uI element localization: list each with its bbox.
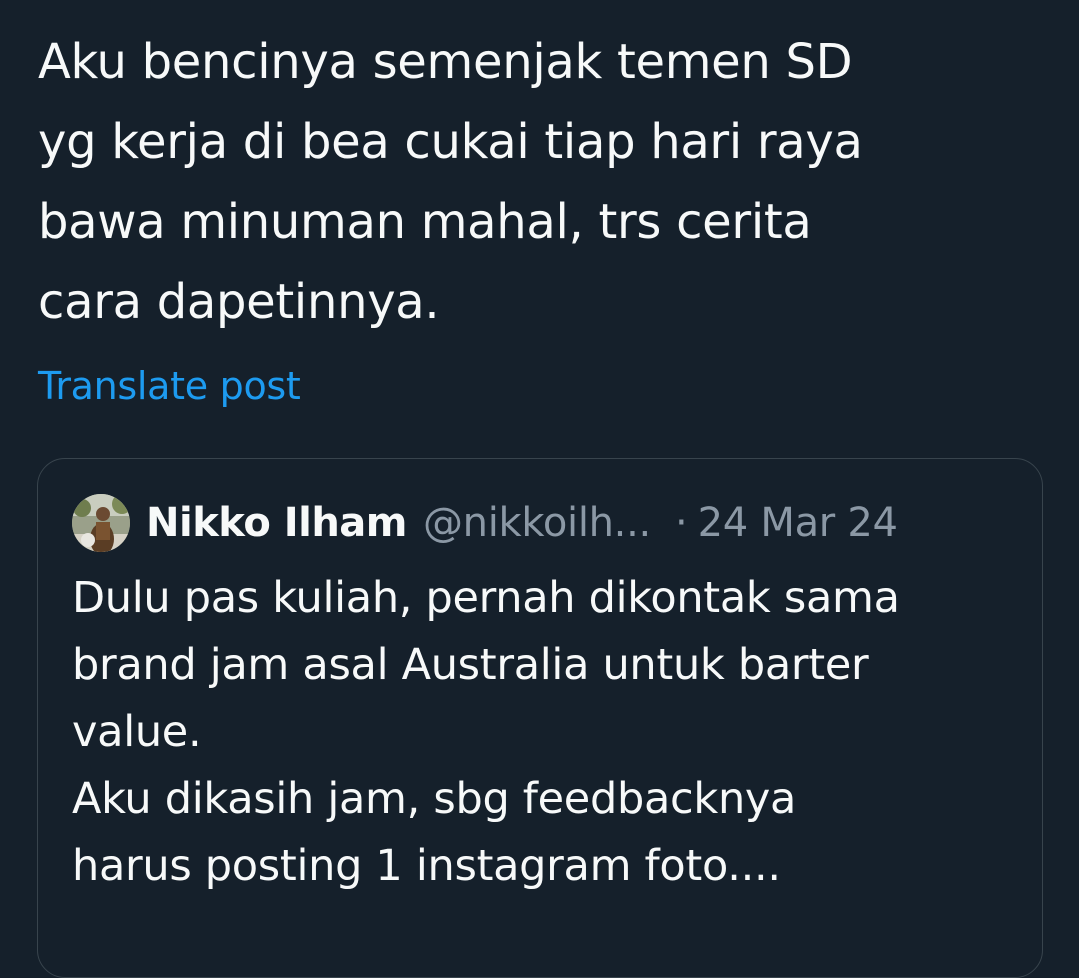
profile-photo-avatar-icon: [72, 494, 130, 552]
quoted-post-date[interactable]: 24 Mar 24: [698, 500, 898, 546]
avatar[interactable]: [72, 494, 130, 552]
quoted-post-card[interactable]: Nikko Ilham @nikkoilh... · 24 Mar 24 Dul…: [37, 458, 1043, 978]
quoted-author-handle[interactable]: @nikkoilh...: [423, 500, 651, 546]
quoted-author-name[interactable]: Nikko Ilham: [146, 500, 407, 546]
quoted-post-header: Nikko Ilham @nikkoilh... · 24 Mar 24: [72, 494, 898, 552]
quoted-post-text: Dulu pas kuliah, pernah dikontak sama br…: [72, 573, 900, 891]
post-text: Aku bencinya semenjak temen SD yg kerja …: [38, 34, 863, 330]
translate-post-link[interactable]: Translate post: [38, 358, 301, 414]
header-separator: ·: [674, 500, 688, 546]
